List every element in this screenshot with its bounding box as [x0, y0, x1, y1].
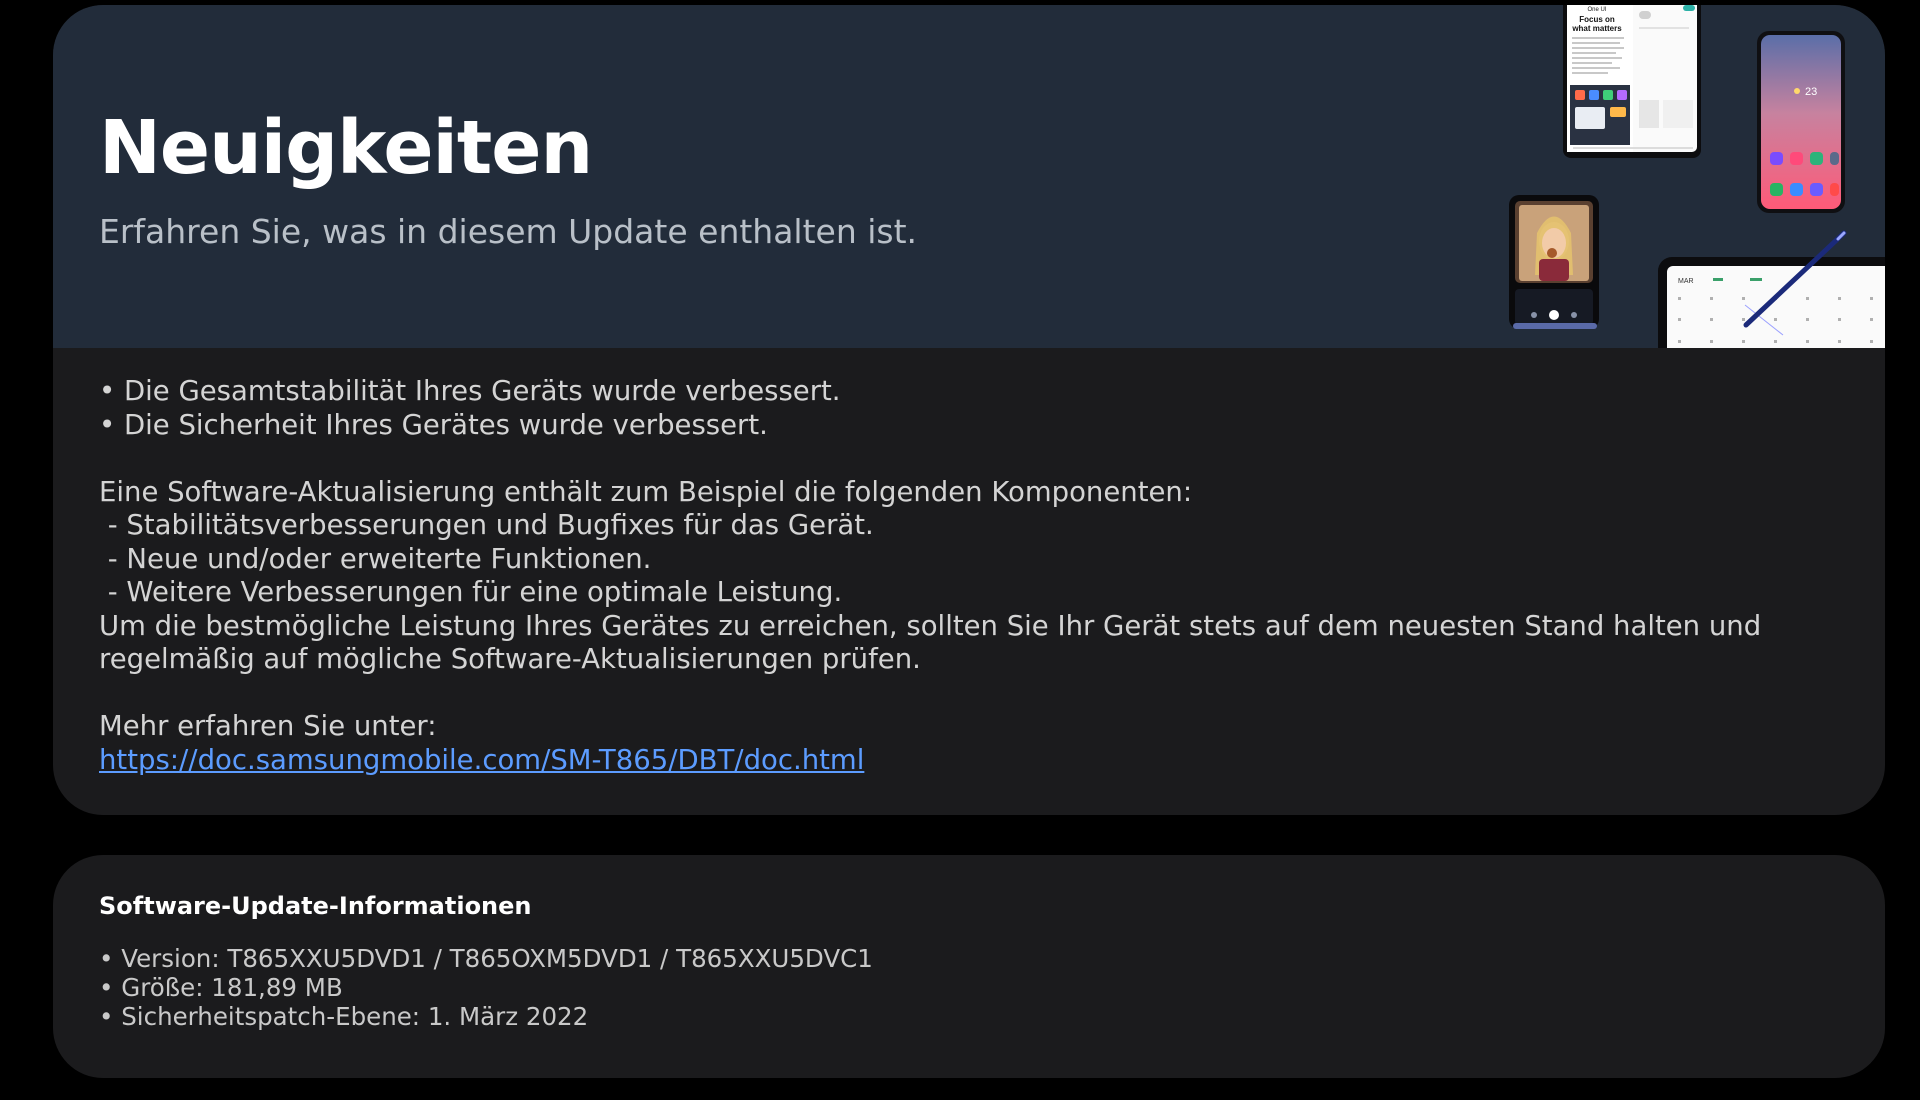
component-item: - Stabilitätsverbesserungen und Bugfixes…	[99, 509, 874, 541]
svg-text:what matters: what matters	[1571, 24, 1622, 33]
components-intro: Eine Software-Aktualisierung enthält zum…	[99, 475, 1193, 508]
bullet-stability: • Die Gesamtstabilität Ihres Geräts wurd…	[99, 375, 841, 407]
phone-image: 23	[1757, 31, 1845, 213]
version-info: • Version: T865XXU5DVD1 / T865OXM5DVD1 /…	[99, 944, 873, 973]
size-info: • Größe: 181,89 MB	[99, 973, 343, 1002]
device-showcase-image: One UI Focus on what matters 23 MAR	[1509, 5, 1885, 348]
update-info-title: Software-Update-Informationen	[99, 892, 532, 920]
component-item: - Weitere Verbesserungen für eine optima…	[99, 576, 843, 608]
more-info-label: Mehr erfahren Sie unter:	[99, 710, 437, 742]
calendar-tablet-image: MAR	[1658, 230, 1885, 348]
one-ui-brand: One UI	[1587, 7, 1606, 13]
security-patch-info: • Sicherheitspatch-Ebene: 1. März 2022	[99, 1002, 589, 1031]
flip-phone-image	[1509, 195, 1599, 329]
hero-banner: Neuigkeiten Erfahren Sie, was in diesem …	[53, 5, 1885, 348]
svg-text:Focus on: Focus on	[1579, 15, 1615, 24]
update-info-card: Software-Update-Informationen • Version:…	[53, 855, 1885, 1078]
component-item: - Neue und/oder erweiterte Funktionen.	[99, 542, 652, 575]
update-info-list: • Version: T865XXU5DVD1 / T865OXM5DVD1 /…	[99, 944, 873, 1031]
tablet-one-ui-image: One UI Focus on what matters	[1563, 5, 1701, 158]
release-notes: • Die Gesamtstabilität Ihres Geräts wurd…	[99, 375, 1859, 777]
documentation-link[interactable]: https://doc.samsungmobile.com/SM-T865/DB…	[99, 744, 864, 776]
bullet-security: • Die Sicherheit Ihres Gerätes wurde ver…	[99, 408, 768, 441]
whats-new-card: Neuigkeiten Erfahren Sie, was in diesem …	[53, 5, 1885, 815]
update-advice: Um die bestmögliche Leistung Ihres Gerät…	[99, 609, 1762, 676]
calendar-month: MAR	[1678, 278, 1694, 285]
weather-readout: 23	[1805, 86, 1817, 98]
